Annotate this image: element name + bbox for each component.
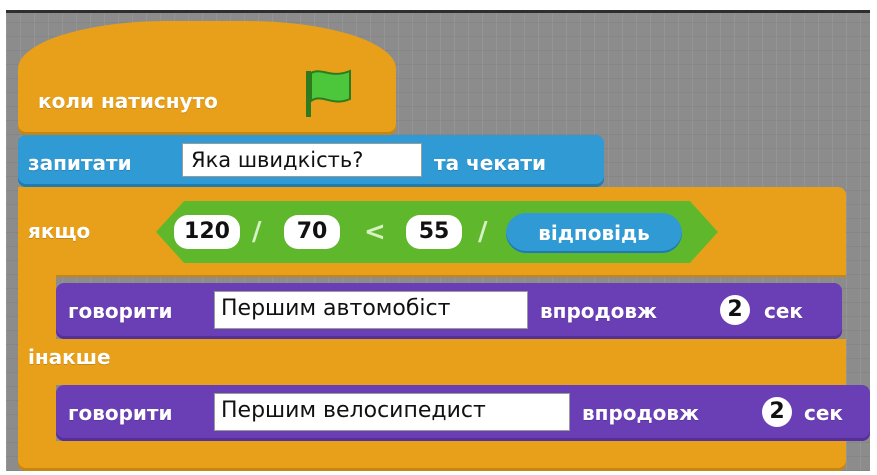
say-label-2: говорити <box>68 401 173 425</box>
ask-block-wait-label: та чекати <box>434 151 547 175</box>
number-field-55[interactable]: 55 <box>406 215 462 249</box>
hat-block-label: коли натиснуто <box>38 89 218 113</box>
say-seconds-input-2[interactable]: 2 <box>762 397 792 427</box>
say-message-input-1[interactable]: Першим автомобіст <box>214 291 528 329</box>
if-else-block-bottom <box>18 441 846 471</box>
say-seconds-input-1[interactable]: 2 <box>720 295 750 325</box>
number-field-120[interactable]: 120 <box>174 215 240 249</box>
less-than-symbol: < <box>364 217 386 247</box>
say-label-1: говорити <box>68 299 173 323</box>
divide-operator-2: / <box>478 217 488 247</box>
say-duration-label-1: впродовж <box>540 299 657 323</box>
number-field-70[interactable]: 70 <box>284 215 340 249</box>
say-seconds-label-2: сек <box>804 401 843 425</box>
else-section <box>18 339 846 385</box>
say-duration-label-2: впродовж <box>582 401 699 425</box>
ask-question-input[interactable]: Яка швидкість? <box>182 143 422 177</box>
if-label: якщо <box>28 219 91 243</box>
say-seconds-label-1: сек <box>764 299 803 323</box>
say-message-input-2[interactable]: Першим велосипедист <box>214 393 570 431</box>
scripts-area[interactable]: коли натиснуто запитати Яка швидкість? т… <box>6 10 870 471</box>
green-flag-icon <box>306 69 351 117</box>
divide-operator: / <box>252 217 262 247</box>
else-label: інакше <box>28 345 111 369</box>
ask-block-label: запитати <box>28 151 132 175</box>
answer-reporter[interactable]: відповідь <box>506 213 682 253</box>
